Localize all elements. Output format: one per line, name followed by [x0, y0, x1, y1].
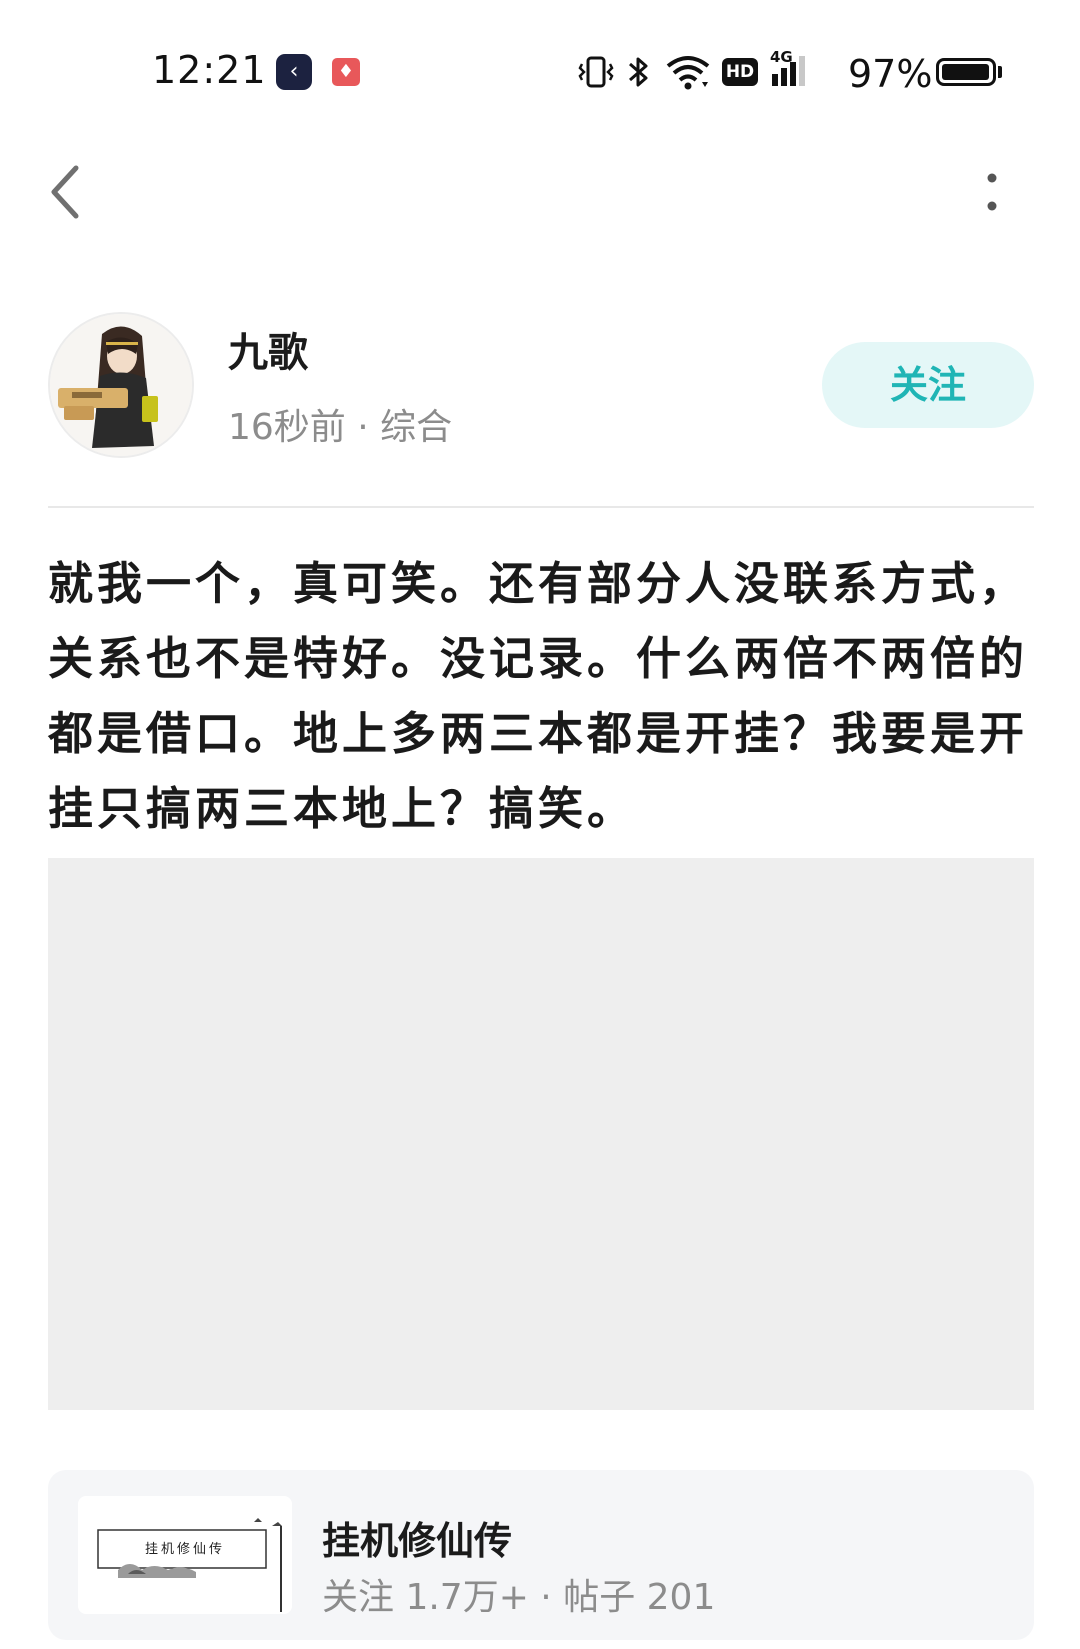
post-body: 就我一个，真可笑。还有部分人没联系方式，关系也不是特好。没记录。什么两倍不两倍的… — [48, 557, 1029, 835]
post-meta: 16秒前 · 综合 — [228, 407, 453, 448]
forum-thumbnail: 挂机修仙传 — [78, 1496, 292, 1614]
forum-stats: 关注 1.7万+ · 帖子 201 — [322, 1577, 716, 1618]
more-vertical-icon[interactable] — [982, 170, 1002, 214]
back-chevron-icon[interactable] — [46, 162, 86, 222]
wifi-icon — [666, 56, 710, 90]
battery-percent: 97% — [848, 52, 933, 96]
battery-tip — [998, 66, 1002, 78]
battery-icon — [936, 58, 996, 86]
avatar[interactable] — [48, 312, 194, 458]
follow-button[interactable]: 关注 — [822, 342, 1034, 428]
avatar-character-illustration — [50, 314, 192, 456]
forum-card[interactable]: 挂机修仙传 挂机修仙传 关注 1.7万+ · 帖子 201 — [48, 1470, 1034, 1640]
vibrate-icon — [578, 56, 614, 88]
bluetooth-icon — [629, 57, 648, 87]
status-time: 12:21 — [152, 48, 267, 92]
divider — [48, 506, 1034, 508]
post-image-placeholder[interactable] — [48, 858, 1034, 1410]
app-icon: ‹ — [276, 54, 312, 90]
forum-thumbnail-title: 挂机修仙传 — [144, 1542, 225, 1557]
signal-4g-icon — [772, 56, 805, 86]
forum-name: 挂机修仙传 — [322, 1519, 513, 1563]
hd-icon: HD — [722, 58, 758, 86]
author-name[interactable]: 九歌 — [228, 320, 308, 378]
notification-app-icon: ♦ — [332, 58, 360, 86]
